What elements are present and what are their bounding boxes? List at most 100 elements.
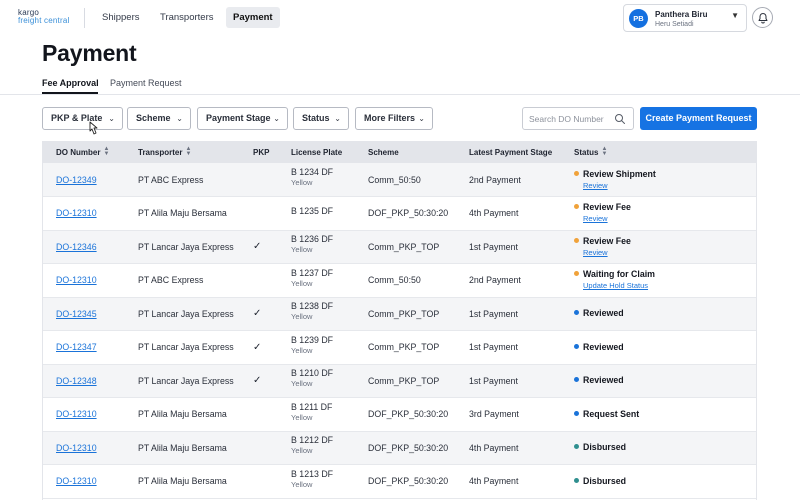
plate-color: Yellow bbox=[291, 245, 313, 255]
notification-button[interactable] bbox=[752, 7, 773, 28]
table-row[interactable]: DO-12347 PT Lancar Jaya Express ✓ B 1239 DF… bbox=[43, 330, 756, 365]
filter-more[interactable]: More Filters ⌄ bbox=[355, 107, 433, 130]
license-plate: B 1238 DF bbox=[291, 301, 334, 312]
scheme-cell: DOF_PKP_50:30:20 bbox=[368, 476, 449, 487]
license-plate-cell: B 1213 DF Yellow bbox=[287, 465, 364, 499]
do-number-link[interactable]: DO-12310 bbox=[56, 275, 97, 285]
transporter-cell: PT Lancar Jaya Express bbox=[138, 241, 234, 252]
table-row[interactable]: DO-12349 PT ABC Express B 1234 DF Yellow Com… bbox=[43, 163, 756, 197]
pkp-cell: ✓ bbox=[238, 230, 287, 264]
license-plate: B 1212 DF bbox=[291, 435, 334, 446]
status-cell: Review Shipment Review bbox=[570, 163, 756, 197]
top-bar: kargo freight central Shippers Transport… bbox=[0, 0, 800, 36]
status-cell: Reviewed bbox=[570, 331, 756, 365]
table-row[interactable]: DO-12310 PT Alila Maju Bersama B 1235 DF DO… bbox=[43, 196, 756, 231]
do-number-link[interactable]: DO-12346 bbox=[56, 242, 97, 252]
filter-pkp-plate[interactable]: PKP & Plate ⌄ bbox=[42, 107, 123, 130]
filter-scheme[interactable]: Scheme ⌄ bbox=[127, 107, 191, 130]
search-do-field[interactable] bbox=[522, 107, 634, 130]
sort-icon[interactable]: ▲ ▼ bbox=[185, 146, 191, 157]
do-number-cell: DO-12348 bbox=[43, 364, 130, 398]
do-number-link[interactable]: DO-12310 bbox=[56, 476, 97, 486]
license-plate-cell: B 1211 DF Yellow bbox=[287, 398, 364, 432]
status-cell: Review Fee Review bbox=[570, 197, 756, 231]
filter-more-label: More Filters bbox=[364, 113, 416, 123]
scheme-cell: Comm_PKP_TOP bbox=[368, 241, 440, 252]
plate-color: Yellow bbox=[291, 278, 313, 288]
scheme-cell: Comm_PKP_TOP bbox=[368, 308, 440, 319]
status-badge: Reviewed bbox=[583, 341, 624, 352]
license-plate-cell: B 1212 DF Yellow bbox=[287, 431, 364, 465]
column-label: Status bbox=[574, 148, 599, 157]
status-dot-icon bbox=[574, 444, 579, 450]
license-plate-cell: B 1237 DF Yellow bbox=[287, 264, 364, 298]
scheme-cell: Comm_PKP_TOP bbox=[368, 375, 440, 386]
status-dot-icon bbox=[574, 410, 579, 416]
column-label: DO Number bbox=[56, 148, 101, 157]
do-number-link[interactable]: DO-12349 bbox=[56, 175, 97, 185]
license-plate-cell: B 1239 DF Yellow bbox=[287, 331, 364, 365]
user-menu[interactable]: PB Panthera Biru Heru Setiadi ▼ bbox=[623, 4, 747, 32]
plate-color: Yellow bbox=[291, 479, 313, 489]
tab-payment-request[interactable]: Payment Request bbox=[110, 78, 182, 88]
status-action-link[interactable]: Update Hold Status bbox=[583, 280, 756, 291]
create-payment-request-button[interactable]: Create Payment Request bbox=[640, 107, 757, 130]
table-row[interactable]: DO-12348 PT Lancar Jaya Express ✓ B 1210 DF… bbox=[43, 364, 756, 398]
license-plate-cell: B 1235 DF bbox=[287, 197, 364, 231]
pkp-cell: ✓ bbox=[238, 297, 287, 331]
column-header-do-number[interactable]: DO Number ▲ ▼ bbox=[43, 141, 130, 163]
do-number-link[interactable]: DO-12345 bbox=[56, 309, 97, 319]
chevron-down-icon: ⌄ bbox=[334, 114, 341, 123]
do-number-cell: DO-12310 bbox=[43, 264, 130, 298]
do-number-cell: DO-12349 bbox=[43, 163, 130, 197]
table-row[interactable]: DO-12310 PT Alila Maju Bersama B 1212 DF Ye… bbox=[43, 431, 756, 465]
column-header-status[interactable]: Status ▲ ▼ bbox=[570, 141, 756, 163]
status-action-link[interactable]: Review bbox=[583, 247, 756, 258]
do-number-cell: DO-12310 bbox=[43, 465, 130, 499]
tab-fee-approval[interactable]: Fee Approval bbox=[42, 78, 99, 88]
do-number-link[interactable]: DO-12310 bbox=[56, 409, 97, 419]
filter-status[interactable]: Status ⌄ bbox=[293, 107, 349, 130]
license-plate: B 1211 DF bbox=[291, 401, 333, 412]
scheme-cell: Comm_50:50 bbox=[368, 174, 421, 185]
pkp-cell: ✓ bbox=[238, 364, 287, 398]
license-plate: B 1236 DF bbox=[291, 234, 334, 245]
filter-payment-stage[interactable]: Payment Stage ⌄ bbox=[197, 107, 288, 130]
status-action-link[interactable]: Review bbox=[583, 213, 756, 224]
plate-color: Yellow bbox=[291, 345, 313, 355]
nav-shippers[interactable]: Shippers bbox=[95, 7, 147, 28]
nav-transporters[interactable]: Transporters bbox=[153, 7, 221, 28]
license-plate-cell: B 1236 DF Yellow bbox=[287, 230, 364, 264]
chevron-down-icon: ⌄ bbox=[108, 114, 115, 123]
do-number-link[interactable]: DO-12310 bbox=[56, 443, 97, 453]
table-header-row: DO Number ▲ ▼ Transporter ▲ ▼ PKP License Pl… bbox=[43, 141, 756, 163]
do-number-link[interactable]: DO-12310 bbox=[56, 208, 97, 218]
search-input[interactable] bbox=[529, 110, 609, 127]
transporter-cell: PT Alila Maju Bersama bbox=[138, 409, 227, 420]
kargo-logo[interactable]: kargo freight central bbox=[18, 9, 69, 25]
table-row[interactable]: DO-12310 PT ABC Express B 1237 DF Yellow Com… bbox=[43, 263, 756, 298]
pkp-cell bbox=[238, 431, 287, 465]
status-dot-icon bbox=[574, 170, 579, 176]
status-dot-icon bbox=[574, 377, 579, 383]
sort-icon[interactable]: ▲ ▼ bbox=[103, 146, 109, 157]
page-title: Payment bbox=[42, 40, 137, 66]
check-icon: ✓ bbox=[253, 241, 262, 253]
status-badge: Review Fee bbox=[583, 235, 631, 246]
payment-stage-cell: 1st Payment bbox=[469, 342, 518, 353]
check-icon: ✓ bbox=[253, 375, 262, 387]
table-row[interactable]: DO-12346 PT Lancar Jaya Express ✓ B 1236 DF… bbox=[43, 230, 756, 264]
status-dot-icon bbox=[574, 271, 579, 277]
do-number-link[interactable]: DO-12347 bbox=[56, 342, 97, 352]
sort-icon[interactable]: ▲ ▼ bbox=[601, 146, 607, 157]
status-action-link[interactable]: Review bbox=[583, 180, 756, 191]
column-header-transporter[interactable]: Transporter ▲ ▼ bbox=[130, 141, 238, 163]
search-icon[interactable] bbox=[614, 113, 626, 125]
table-row[interactable]: DO-12310 PT Alila Maju Bersama B 1211 DF Ye… bbox=[43, 397, 756, 432]
do-number-cell: DO-12310 bbox=[43, 197, 130, 231]
table-row[interactable]: DO-12310 PT Alila Maju Bersama B 1213 DF Ye… bbox=[43, 464, 756, 499]
do-number-link[interactable]: DO-12348 bbox=[56, 376, 97, 386]
do-number-cell: DO-12346 bbox=[43, 230, 130, 264]
nav-payment[interactable]: Payment bbox=[226, 7, 280, 28]
table-row[interactable]: DO-12345 PT Lancar Jaya Express ✓ B 1238 DF… bbox=[43, 297, 756, 331]
